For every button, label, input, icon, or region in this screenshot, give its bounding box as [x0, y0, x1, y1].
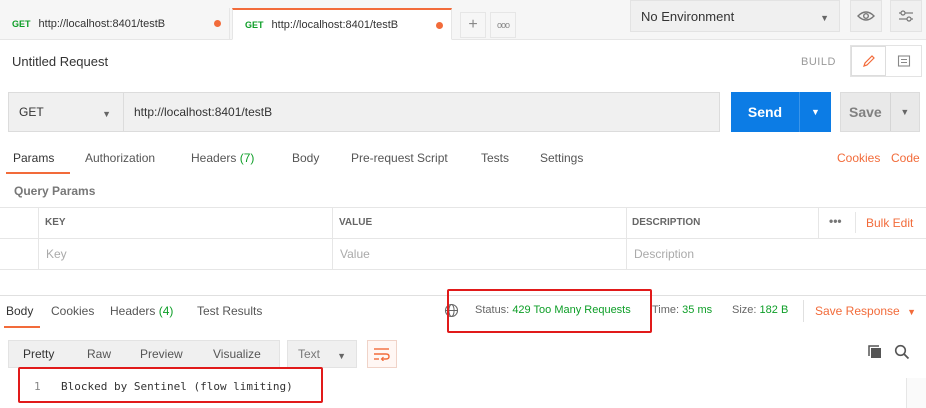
tab-headers-label: Headers [191, 151, 237, 165]
format-pretty[interactable]: Pretty [23, 347, 54, 361]
tab-headers[interactable]: Headers (7) [191, 151, 254, 165]
active-tab-indicator [6, 172, 70, 174]
column-description: DESCRIPTION [632, 217, 701, 228]
tab-url: http://localhost:8401/testB [271, 18, 399, 31]
pencil-icon [862, 55, 875, 67]
value-input[interactable]: Value [340, 247, 370, 261]
response-tab-cookies[interactable]: Cookies [51, 304, 94, 318]
key-input[interactable]: Key [46, 247, 67, 261]
send-options-chevron-icon[interactable]: ▼ [799, 92, 831, 132]
environment-quick-look-button[interactable] [850, 0, 882, 32]
chevron-down-icon: ▼ [337, 351, 346, 361]
tab-prerequest-script[interactable]: Pre-request Script [351, 151, 448, 165]
tab-authorization[interactable]: Authorization [85, 151, 155, 165]
response-tab-headers[interactable]: Headers (4) [110, 304, 173, 318]
table-border [0, 207, 926, 208]
build-label: BUILD [801, 56, 836, 68]
manage-environments-button[interactable] [890, 0, 922, 32]
unsaved-dot-icon [436, 22, 443, 29]
format-raw[interactable]: Raw [87, 347, 111, 361]
environment-select[interactable]: No Environment ▼ [630, 0, 840, 32]
save-label: Save [849, 104, 882, 120]
tab-method: GET [245, 19, 264, 30]
body-highlight-box [18, 367, 323, 403]
column-options-icon[interactable]: ••• [829, 214, 842, 228]
tab-tests[interactable]: Tests [481, 151, 509, 165]
active-response-tab-indicator [4, 326, 40, 328]
response-size: Size: 182 B [732, 304, 788, 316]
chevron-down-icon: ▼ [102, 109, 111, 119]
time-label: Time: [652, 304, 680, 316]
format-visualize[interactable]: Visualize [213, 347, 261, 361]
new-tab-button[interactable]: + [460, 12, 486, 38]
tab-url: http://localhost:8401/testB [38, 18, 166, 30]
tab-headers-count: (7) [239, 151, 255, 165]
table-border [0, 269, 926, 270]
status-highlight-box [447, 289, 652, 333]
mode-toggle [850, 45, 922, 77]
time-value: 35 ms [682, 304, 713, 316]
url-input[interactable]: http://localhost:8401/testB [124, 92, 720, 132]
save-response-button[interactable]: Save Response ▼ [815, 304, 916, 318]
cookies-link[interactable]: Cookies [837, 151, 880, 165]
more-icon: ooo [496, 20, 510, 30]
method-select[interactable]: GET ▼ [8, 92, 124, 132]
response-tab-headers-count: (4) [158, 304, 174, 318]
chevron-down-icon: ▼ [820, 13, 829, 23]
table-divider [626, 207, 627, 269]
table-divider [818, 207, 819, 238]
url-value: http://localhost:8401/testB [134, 105, 273, 119]
request-tab[interactable]: GET http://localhost:8401/testB [0, 8, 230, 40]
wrap-lines-button[interactable] [367, 340, 397, 368]
search-icon[interactable] [894, 344, 910, 363]
tab-options-button[interactable]: ooo [490, 12, 516, 38]
description-input[interactable]: Description [634, 247, 694, 261]
tab-method: GET [12, 19, 31, 29]
documentation-button[interactable] [886, 46, 921, 76]
sliders-icon [899, 10, 913, 22]
chevron-down-icon: ▼ [907, 307, 916, 317]
wrap-lines-icon [374, 348, 390, 361]
table-divider [332, 207, 333, 269]
send-button[interactable]: Send ▼ [731, 92, 831, 132]
save-button[interactable]: Save ▼ [840, 92, 920, 132]
response-scrollbar[interactable] [906, 378, 926, 408]
size-value: 182 B [759, 304, 789, 316]
unsaved-dot-icon [214, 20, 221, 27]
meta-divider [803, 300, 804, 322]
body-type-value: Text [298, 347, 321, 361]
save-options-chevron-icon[interactable]: ▼ [889, 93, 919, 131]
eye-icon [857, 11, 875, 21]
request-tab-active[interactable]: GET http://localhost:8401/testB [232, 8, 452, 40]
method-value: GET [19, 105, 44, 119]
send-label: Send [747, 104, 783, 120]
document-icon [897, 55, 910, 67]
size-label: Size: [732, 304, 757, 316]
column-key: KEY [45, 217, 66, 228]
response-tab-test-results[interactable]: Test Results [197, 304, 262, 318]
code-link[interactable]: Code [891, 151, 920, 165]
query-params-title: Query Params [14, 184, 96, 198]
response-tab-headers-label: Headers [110, 304, 156, 318]
environment-value: No Environment [641, 8, 735, 24]
response-time: Time: 35 ms [652, 304, 712, 316]
tab-body[interactable]: Body [292, 151, 319, 165]
table-divider [855, 212, 856, 233]
response-tab-body[interactable]: Body [6, 304, 33, 318]
bulk-edit-link[interactable]: Bulk Edit [866, 216, 913, 230]
save-response-label: Save Response [815, 304, 900, 318]
request-title[interactable]: Untitled Request [12, 54, 108, 69]
table-border [0, 238, 926, 239]
column-value: VALUE [339, 217, 373, 228]
copy-icon[interactable] [867, 344, 883, 363]
edit-mode-button[interactable] [851, 46, 887, 76]
plus-icon: + [468, 16, 478, 33]
tab-settings[interactable]: Settings [540, 151, 583, 165]
tab-params[interactable]: Params [13, 151, 54, 165]
table-divider [38, 207, 39, 269]
body-type-select[interactable]: Text ▼ [287, 340, 357, 368]
format-preview[interactable]: Preview [140, 347, 183, 361]
